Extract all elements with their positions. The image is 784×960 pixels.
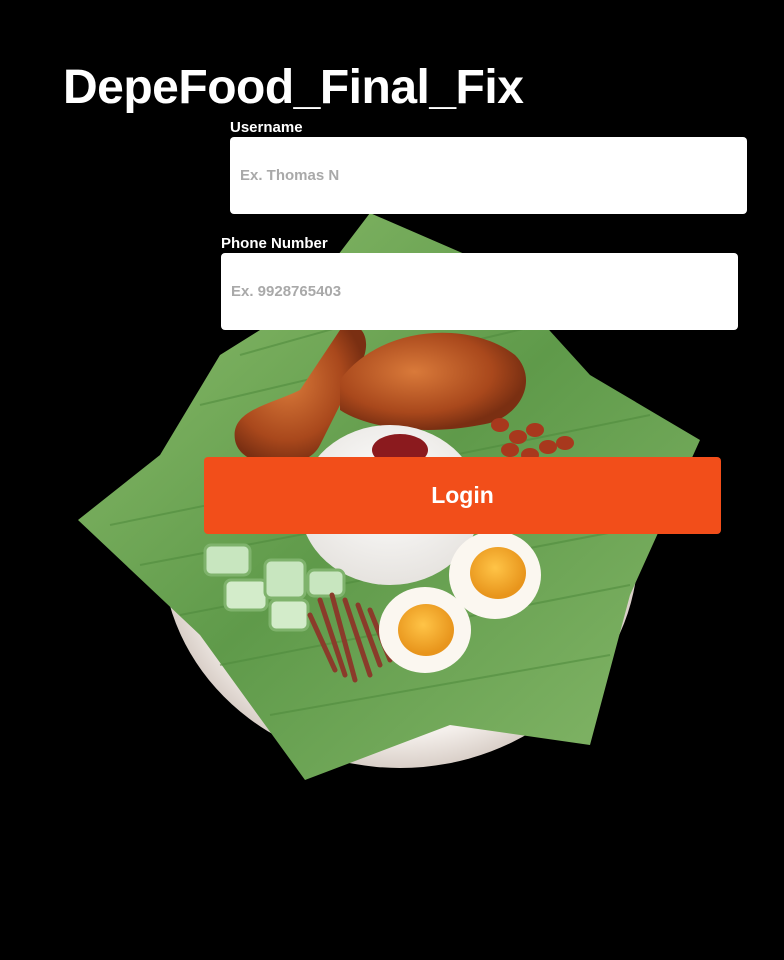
app-title: DepeFood_Final_Fix <box>63 61 524 114</box>
login-button[interactable]: Login <box>204 457 721 534</box>
boiled-egg-2 <box>379 587 471 673</box>
username-label: Username <box>230 119 303 136</box>
phone-number-label: Phone Number <box>221 235 328 252</box>
username-input[interactable] <box>230 137 747 214</box>
login-screen: DepeFood_Final_Fix Username Phone Number… <box>0 0 784 960</box>
phone-number-input[interactable] <box>221 253 738 330</box>
